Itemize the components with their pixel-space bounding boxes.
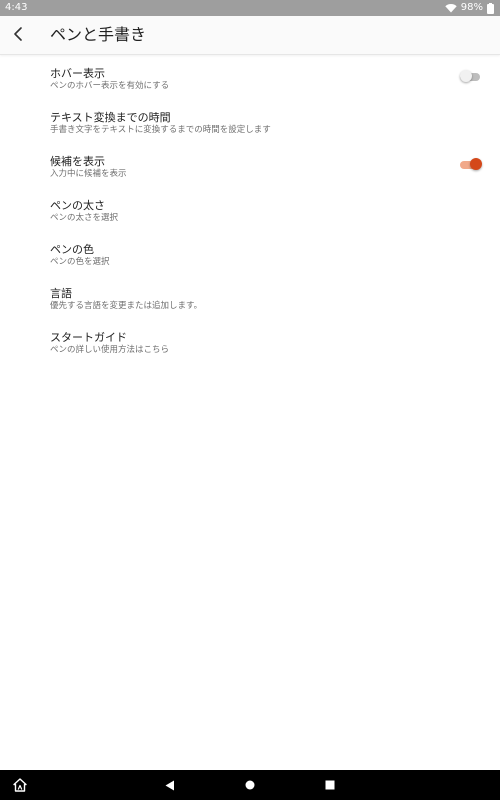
battery-percent: 98% <box>460 2 483 13</box>
app-bar: ペンと手書き <box>0 16 500 55</box>
nav-back-button[interactable] <box>155 770 185 800</box>
setting-summary: 優先する言語を変更または追加します。 <box>50 301 203 311</box>
show-suggestions-toggle[interactable] <box>460 158 482 172</box>
back-button[interactable] <box>4 20 32 50</box>
nav-home-button[interactable] <box>235 770 265 800</box>
settings-list: ホバー表示 ペンのホバー表示を有効にする テキスト変換までの時間 手書き文字をテ… <box>0 58 500 366</box>
page-title: ペンと手書き <box>50 25 147 44</box>
setting-summary: ペンの詳しい使用方法はこちら <box>50 345 170 355</box>
setting-summary: 入力中に候補を表示 <box>50 169 127 179</box>
back-triangle-icon <box>165 780 175 791</box>
navigation-bar <box>0 770 500 800</box>
toggle-thumb <box>470 158 482 170</box>
wifi-icon <box>445 3 457 13</box>
back-arrow-icon <box>13 26 23 45</box>
toggle-thumb <box>460 70 472 82</box>
hover-display-toggle[interactable] <box>460 70 482 84</box>
setting-hover-display[interactable]: ホバー表示 ペンのホバー表示を有効にする <box>0 58 500 102</box>
setting-summary: ペンのホバー表示を有効にする <box>50 81 170 91</box>
home-alexa-button[interactable] <box>5 770 35 800</box>
setting-show-suggestions[interactable]: 候補を表示 入力中に候補を表示 <box>0 146 500 190</box>
battery-icon <box>487 2 494 14</box>
setting-start-guide[interactable]: スタートガイド ペンの詳しい使用方法はこちら <box>0 322 500 366</box>
status-icons: 98% <box>445 0 494 16</box>
status-bar: 4:43 98% <box>0 0 500 16</box>
setting-summary: ペンの太さを選択 <box>50 213 119 223</box>
setting-pen-color[interactable]: ペンの色 ペンの色を選択 <box>0 234 500 278</box>
setting-summary: ペンの色を選択 <box>50 257 110 267</box>
home-alexa-icon <box>13 778 27 792</box>
setting-pen-thickness[interactable]: ペンの太さ ペンの太さを選択 <box>0 190 500 234</box>
status-time: 4:43 <box>5 2 28 13</box>
home-circle-icon <box>245 780 255 790</box>
nav-recents-button[interactable] <box>315 770 345 800</box>
setting-language[interactable]: 言語 優先する言語を変更または追加します。 <box>0 278 500 322</box>
recents-square-icon <box>325 780 335 790</box>
setting-text-conversion-time[interactable]: テキスト変換までの時間 手書き文字をテキストに変換するまでの時間を設定します <box>0 102 500 146</box>
setting-summary: 手書き文字をテキストに変換するまでの時間を設定します <box>50 125 271 135</box>
